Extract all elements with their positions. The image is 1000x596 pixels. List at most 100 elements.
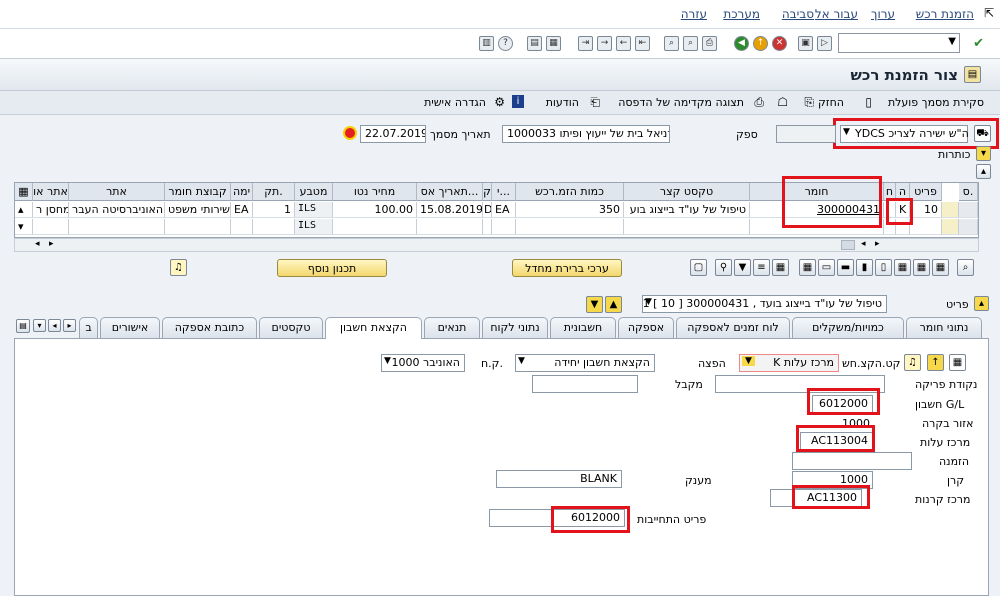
cell-date-category[interactable]: D — [483, 202, 492, 218]
tab-delivery[interactable]: אספקה — [618, 317, 674, 338]
headset-icon[interactable]: ♫ — [904, 354, 921, 371]
cell-item[interactable]: 10 — [910, 202, 942, 218]
tab-delivery-schedule[interactable]: לוח זמנים לאספקה — [676, 317, 790, 338]
tool-icon-3[interactable]: ▦ — [894, 259, 911, 276]
tool-icon-4[interactable]: ▯ — [875, 259, 892, 276]
scroll-left-icon-2[interactable]: ◂ — [861, 239, 866, 249]
column-header-material-group[interactable]: קבוצת חומר — [165, 183, 231, 201]
column-header-item[interactable]: פריט — [910, 183, 942, 201]
tool-icon-8[interactable]: ▦ — [799, 259, 816, 276]
next-page-icon[interactable]: → — [597, 36, 612, 51]
find-next-icon[interactable]: ⌕ — [664, 36, 679, 51]
tool-icon-9[interactable]: ▦ — [772, 259, 789, 276]
grid-settings-icon[interactable]: ▦ — [15, 183, 33, 201]
column-header-date-category[interactable]: ק — [483, 183, 492, 201]
menu-system[interactable]: מערכת — [723, 7, 760, 21]
expand-items-icon[interactable]: ▴ — [976, 164, 991, 179]
item-details-icon[interactable]: ⌕ — [957, 259, 974, 276]
vendor-field[interactable]: 1000033 דניאל בית של ייעוץ ופיתו — [502, 125, 670, 143]
print-preview-button[interactable]: תצוגה מקדימה של הדפסה — [618, 96, 744, 109]
back-icon[interactable]: ◀ — [734, 36, 749, 51]
layout-icon[interactable]: ▥ — [479, 36, 494, 51]
row-selector[interactable] — [959, 219, 978, 235]
cell-price-unit[interactable] — [253, 219, 295, 235]
cell-delivery-date[interactable]: 15.08.2019 — [417, 202, 483, 218]
tool-icon-5[interactable]: ▮ — [856, 259, 873, 276]
row-selector[interactable] — [959, 202, 978, 218]
tab-delivery-address[interactable]: כתובת אספקה — [162, 317, 257, 338]
print-icon[interactable]: ⎙ — [702, 36, 717, 51]
cell-plant[interactable] — [69, 219, 165, 235]
preview-icon[interactable]: ⎗ — [590, 95, 600, 110]
column-header-quantity[interactable]: כמות הזמ.רכש — [516, 183, 624, 201]
print-preview-icon[interactable]: ⎙ — [754, 95, 764, 110]
scroll-right-icon-2[interactable]: ▸ — [875, 239, 880, 249]
tool-icon-11[interactable]: ▼ — [734, 259, 751, 276]
doc-number-field[interactable] — [776, 125, 836, 143]
extra-planning-button[interactable]: תכנון נוסף — [277, 259, 387, 277]
exit-icon[interactable]: ↑ — [753, 36, 768, 51]
doc-date-field[interactable]: 22.07.2019 — [360, 125, 426, 143]
scroll-left-icon[interactable]: ◂ — [35, 239, 40, 249]
last-page-icon[interactable]: ⇥ — [578, 36, 593, 51]
column-header-storage[interactable]: אתר או — [33, 183, 69, 201]
row-collapse-icon[interactable]: ▾ — [15, 219, 33, 235]
grant-field[interactable]: BLANK — [496, 470, 622, 488]
info-icon[interactable]: i — [512, 95, 524, 108]
cell-quantity[interactable]: 350 — [516, 202, 624, 218]
menu-help[interactable]: עזרה — [681, 7, 707, 21]
enter-icon[interactable]: ✔ — [973, 36, 984, 51]
menu-purchase-order[interactable]: הזמנת רכש — [916, 7, 974, 21]
cell-item[interactable] — [910, 219, 942, 235]
cell-currency[interactable]: ILS — [295, 219, 333, 235]
app-icon[interactable]: ⇱ — [984, 6, 994, 20]
order-field[interactable] — [792, 452, 912, 470]
tool-icon-7[interactable]: ▭ — [818, 259, 835, 276]
defaults-button[interactable]: ערכי ברירת מחדל — [512, 259, 622, 277]
cell-currency[interactable]: ILS — [295, 202, 333, 218]
cell-date-category[interactable] — [483, 219, 492, 235]
column-header-delivery-date[interactable]: תאריך אס... — [417, 183, 483, 201]
cell-net-price[interactable] — [333, 219, 417, 235]
cell-order-unit[interactable]: EA — [231, 202, 253, 218]
headset-icon[interactable]: ♫ — [170, 259, 187, 276]
menu-edit[interactable]: ערוך — [871, 7, 895, 21]
column-header-price-unit[interactable]: תק. — [253, 183, 295, 201]
item-select[interactable]: ▼ 1 [ 10 ] 300000431 , טיפול של עו"ד ביי… — [642, 295, 887, 313]
cell-material-group[interactable] — [165, 219, 231, 235]
column-header-currency[interactable]: מטבע — [295, 183, 333, 201]
cell-net-price[interactable]: 100.00 — [333, 202, 417, 218]
up-icon[interactable]: ↑ — [927, 354, 944, 371]
tab-quantities[interactable]: כמויות/משקלים — [792, 317, 904, 338]
check-icon[interactable]: ☖ — [777, 95, 788, 109]
cell-unit[interactable]: EA — [492, 202, 516, 218]
first-page-icon[interactable]: ⇤ — [635, 36, 650, 51]
cancel-icon[interactable]: ✕ — [772, 36, 787, 51]
menu-goto[interactable]: עבור אל — [815, 7, 858, 21]
document-icon[interactable]: ▯ — [865, 95, 872, 109]
shortcut-icon[interactable]: ▤ — [527, 36, 542, 51]
scroll-right-icon[interactable]: ▸ — [49, 239, 54, 249]
tab-customer-data[interactable]: נתוני לקוח — [482, 317, 548, 338]
hold-icon[interactable]: ⎘ — [804, 95, 814, 110]
collapse-item-icon[interactable]: ▴ — [974, 296, 989, 311]
cell-quantity[interactable] — [516, 219, 624, 235]
cell-plant[interactable]: האוניברסיטה העבר — [69, 202, 165, 218]
tab-account-assignment[interactable]: הקצאת חשבון — [325, 317, 422, 339]
hold-button[interactable]: החזק — [818, 96, 844, 109]
cell-delivery-date[interactable] — [417, 219, 483, 235]
menu-environment[interactable]: סביבה — [782, 7, 814, 21]
column-header-short-text[interactable]: טקסט קצר — [624, 183, 750, 201]
tab-material-data[interactable]: נתוני חומר — [906, 317, 982, 338]
command-field[interactable]: ▼ — [838, 33, 960, 53]
cell-short-text[interactable] — [624, 219, 750, 235]
cell-status[interactable] — [942, 219, 959, 235]
tab-texts[interactable]: טקסטים — [259, 317, 323, 338]
cell-storage[interactable]: מחסן ר — [33, 202, 69, 218]
column-header-net-price[interactable]: מחיר נטו — [333, 183, 417, 201]
headers-label[interactable]: כותרות — [938, 148, 970, 161]
cell-material-group[interactable]: שירותי משפט — [165, 202, 231, 218]
tab-confirmations[interactable]: אישורים — [100, 317, 160, 338]
distribution-select[interactable]: ▼ הקצאת חשבון יחידה — [515, 354, 655, 372]
cell-price-unit[interactable]: 1 — [253, 202, 295, 218]
